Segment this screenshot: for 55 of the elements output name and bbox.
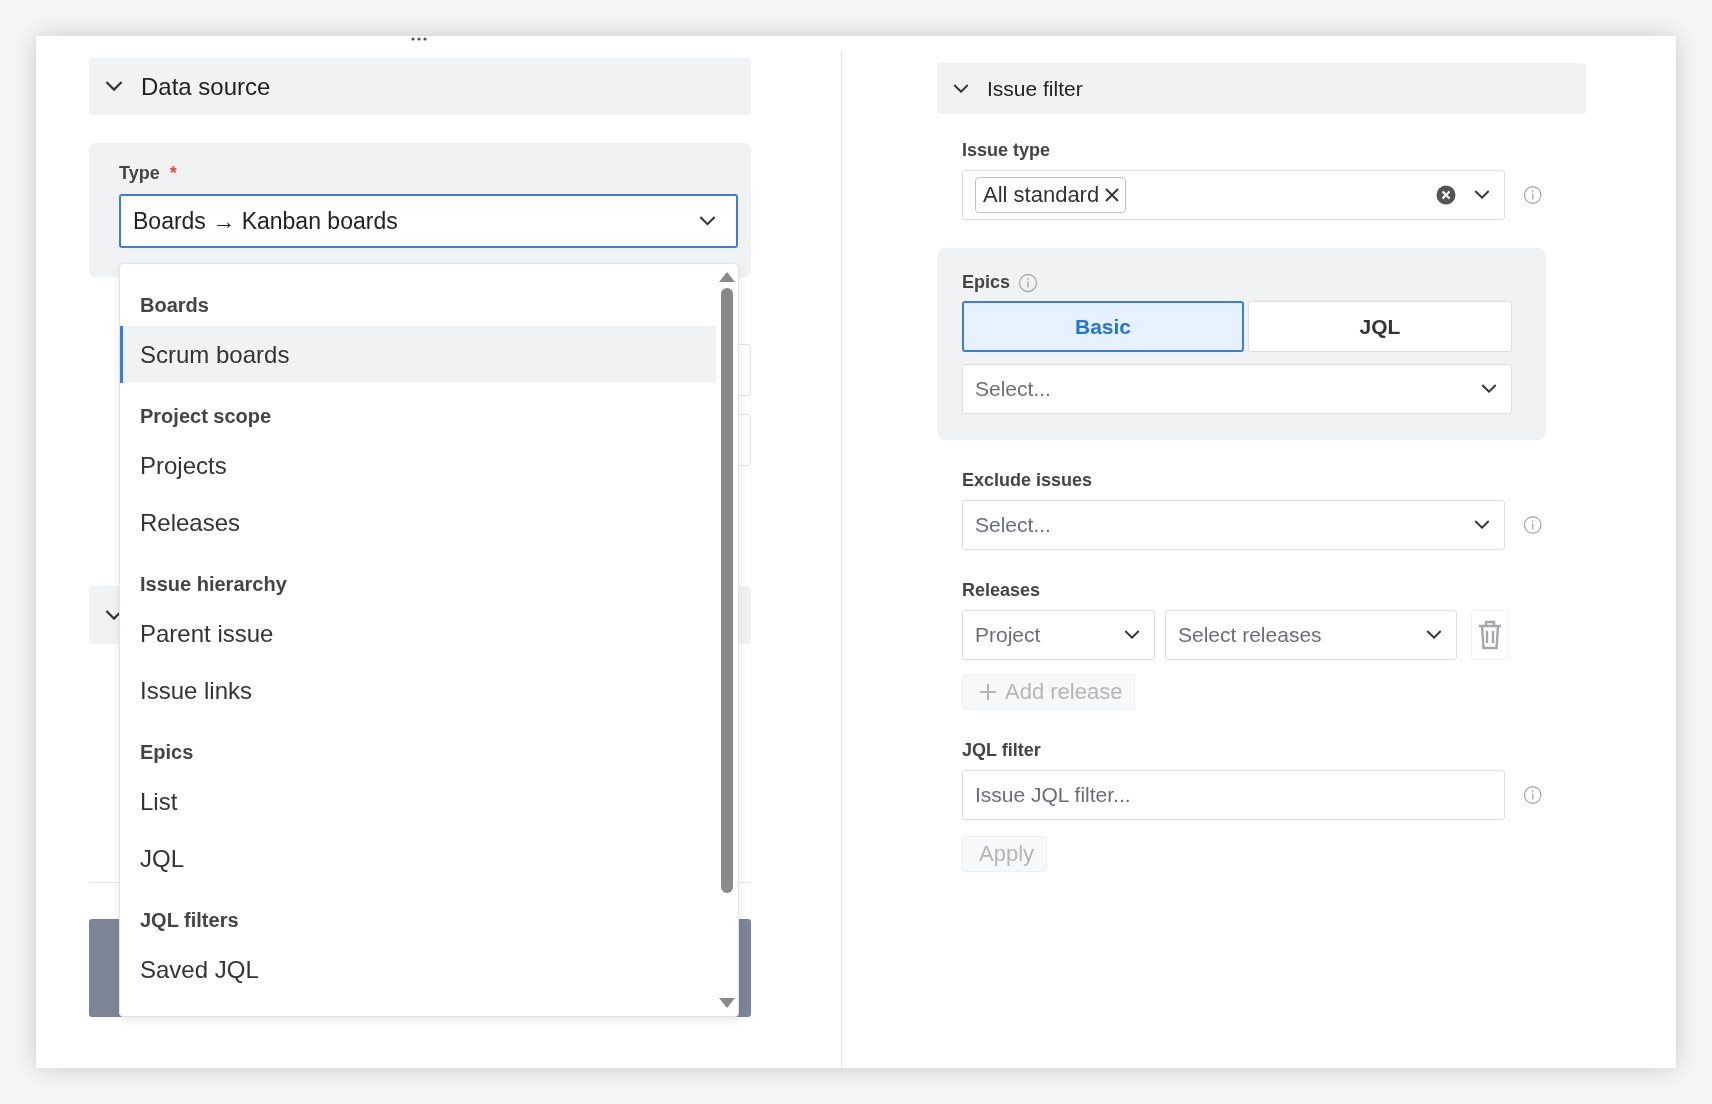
field-label: Epics [962,272,1011,293]
menu-option[interactable]: Saved JQL [120,941,716,998]
tag-label: All standard [983,182,1100,208]
chevron-down-icon [105,81,123,92]
epics-select[interactable]: Select... [962,364,1512,414]
section-header[interactable]: Data source [89,58,751,115]
menu-option[interactable]: Parent issue [120,605,716,662]
exclude-select[interactable]: Select... [962,500,1505,550]
remove-icon[interactable] [1105,188,1120,202]
trash-icon [1477,620,1503,650]
chevron-down-icon [1124,630,1140,640]
section-title: Data source [141,72,271,101]
chevron-down-icon [1481,384,1497,394]
clear-icon[interactable] [1435,185,1456,205]
info-icon[interactable] [1018,272,1039,293]
field-label: JQL filter [962,740,1042,761]
field-label: Issue type [962,140,1052,161]
group-heading: Issue hierarchy [140,571,287,597]
field-label: Releases [962,580,1042,601]
mode-tab[interactable]: Basic [962,301,1244,352]
menu-option[interactable]: JQL [120,830,716,887]
chevron-down-icon [953,83,969,94]
drag-handle-icon[interactable] [411,37,427,41]
menu-option[interactable]: List [120,773,716,830]
menu-option[interactable]: Releases [120,494,716,551]
group-heading: Project scope [140,403,272,429]
group-heading: Boards [140,292,209,318]
chevron-down-icon [1473,190,1490,200]
field-label: Exclude issues [962,470,1094,491]
mode-tab[interactable]: JQL [1248,301,1512,352]
project-select[interactable]: Project [962,610,1155,660]
group-heading: JQL filters [140,907,239,933]
field-label: Type [119,163,160,184]
issue-type-select[interactable]: All standard [962,170,1505,220]
menu-option[interactable]: Issue links [120,662,716,719]
scroll-up-icon[interactable] [719,272,735,282]
info-icon[interactable] [1522,515,1542,535]
chevron-down-icon [699,215,716,227]
scroll-down-icon[interactable] [719,998,735,1008]
section-header[interactable]: Issue filter [937,63,1586,114]
menu-option[interactable]: Projects [120,437,716,494]
section-title: Issue filter [987,76,1083,101]
group-heading: Epics [140,739,194,765]
scrollbar-thumb[interactable] [721,288,733,893]
chevron-down-icon [1473,520,1490,530]
delete-button[interactable] [1471,610,1509,660]
chevron-down-icon [1426,630,1442,640]
plus-icon [979,683,997,701]
menu-option[interactable]: Scrum boards [120,326,716,383]
required-mark: * [169,163,177,183]
type-select[interactable]: Boards → Kanban boards [119,194,738,248]
info-icon[interactable] [1522,185,1542,205]
jql-filter-input[interactable]: Issue JQL filter... [962,770,1505,820]
info-icon[interactable] [1522,785,1542,805]
releases-select[interactable]: Select releases [1165,610,1457,660]
